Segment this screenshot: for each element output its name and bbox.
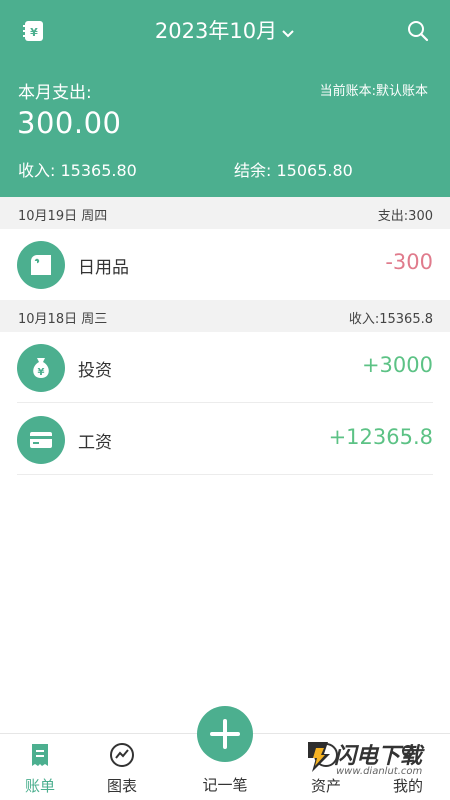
balance-value: 15065.80	[276, 161, 353, 180]
month-expense-amount: 300.00	[17, 106, 122, 140]
watermark: 闪电下载 www.dianlut.com	[302, 738, 442, 784]
balance-label: 结余:	[234, 161, 272, 180]
day-summary: 收入:15365.8	[348, 312, 433, 327]
income-summary: 收入: 15365.80	[18, 157, 137, 181]
entry-amount: +12365.8	[328, 425, 433, 449]
chevron-down-icon	[281, 15, 295, 49]
chart-icon	[108, 741, 136, 769]
list-item[interactable]: ¥ 投资 +3000	[0, 332, 450, 403]
month-text: 2023年10月	[154, 19, 278, 43]
entry-amount: -300	[385, 250, 433, 274]
divider	[17, 474, 433, 475]
month-selector[interactable]: 2023年10月	[0, 14, 450, 48]
entry-amount: +3000	[361, 353, 433, 377]
search-icon[interactable]	[406, 19, 430, 43]
day-summary: 支出:300	[377, 209, 433, 224]
balance-summary: 结余: 15065.80	[234, 157, 353, 181]
toilet-paper-icon	[17, 241, 65, 289]
add-record-label[interactable]: 记一笔	[185, 774, 265, 795]
receipt-icon	[26, 741, 54, 769]
day-header: 10月19日 周四 支出:300	[0, 197, 450, 229]
income-label: 收入:	[18, 161, 56, 180]
income-value: 15365.80	[60, 161, 137, 180]
entry-name: 工资	[78, 433, 112, 453]
tab-bills-label: 账单	[24, 777, 55, 795]
list-item[interactable]: 工资 +12365.8	[0, 404, 450, 475]
bank-card-icon	[17, 416, 65, 464]
summary-header: ¥ 2023年10月 本月支出: 当前账本:默认账本 300.00 收入: 15…	[0, 0, 450, 197]
divider	[17, 402, 433, 403]
lightning-logo-icon	[302, 740, 334, 774]
money-bag-icon: ¥	[17, 344, 65, 392]
add-record-button[interactable]	[197, 706, 253, 762]
svg-text:¥: ¥	[38, 367, 45, 378]
watermark-url: www.dianlut.com	[336, 766, 423, 777]
current-book-label[interactable]: 当前账本:默认账本	[320, 80, 428, 99]
entry-name: 投资	[78, 361, 112, 381]
day-date: 10月18日 周三	[18, 312, 108, 327]
day-date: 10月19日 周四	[18, 209, 108, 224]
list-item[interactable]: 日用品 -300	[0, 229, 450, 300]
day-header: 10月18日 周三 收入:15365.8	[0, 300, 450, 332]
tab-charts[interactable]: 图表	[82, 734, 162, 800]
month-expense-label: 本月支出:	[18, 83, 92, 103]
tab-bills[interactable]: 账单	[0, 734, 80, 800]
tab-charts-label: 图表	[106, 777, 137, 795]
entry-name: 日用品	[78, 258, 129, 278]
